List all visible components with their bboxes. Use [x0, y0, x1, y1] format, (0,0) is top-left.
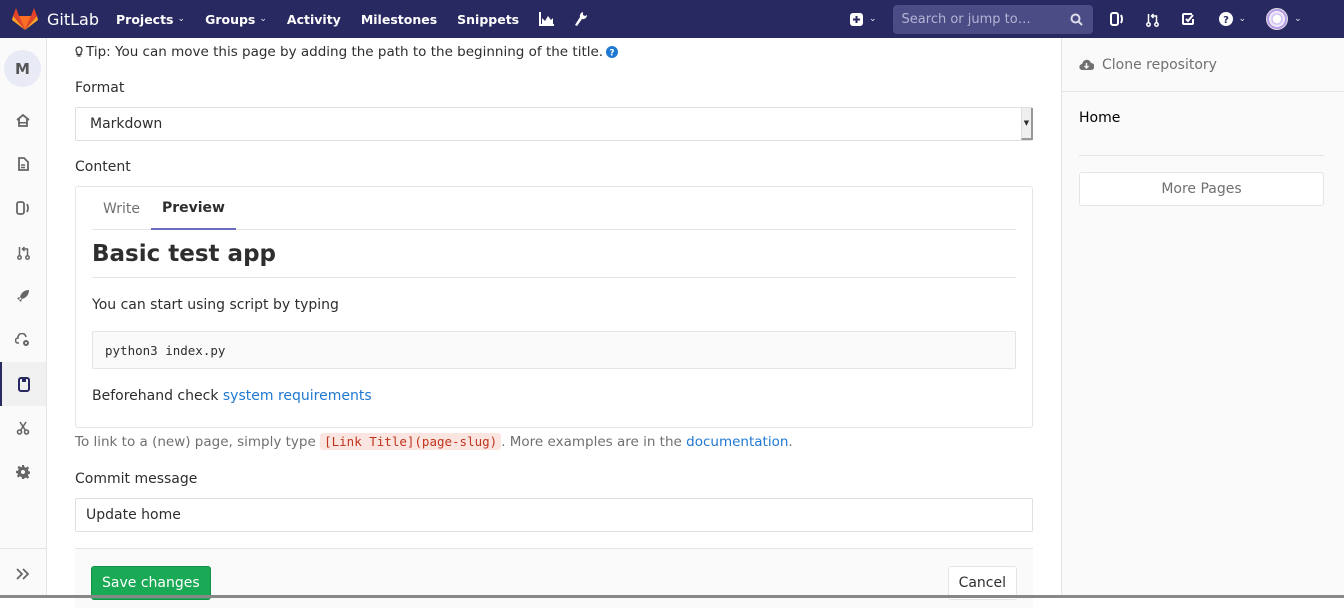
chevron-down-icon: ⌄	[869, 14, 877, 24]
chevron-down-icon: ⌄	[1294, 14, 1302, 24]
chevron-down-icon: ⌄	[177, 14, 186, 24]
rocket-icon	[17, 290, 29, 302]
merge-request-icon[interactable]	[1145, 12, 1159, 27]
book-icon	[18, 376, 30, 392]
help-icon: ?	[1218, 12, 1233, 26]
nav-milestones[interactable]: Milestones	[361, 12, 437, 27]
brand-name: GitLab	[47, 9, 99, 29]
file-icon	[18, 157, 29, 171]
cloud-download-icon	[1079, 59, 1094, 70]
form-actions: Save changes Cancel	[75, 548, 1033, 608]
user-menu[interactable]: ⌄	[1266, 8, 1302, 30]
caret-down-icon: ▼	[1021, 108, 1033, 140]
divider	[1079, 155, 1324, 156]
new-dropdown[interactable]: ⌄	[850, 12, 877, 26]
preview-paragraph: You can start using script by typing	[92, 297, 339, 313]
right-nav: ⌄ ? ⌄ ⌄	[850, 0, 1302, 38]
sidebar-item-issues[interactable]	[0, 186, 46, 230]
tip-text: Tip: You can move this page by adding th…	[75, 44, 619, 60]
lightbulb-icon	[75, 46, 83, 57]
wrench-icon[interactable]	[574, 11, 588, 27]
chart-icon[interactable]	[539, 12, 555, 26]
content-label: Content	[75, 159, 131, 175]
sidebar-item-ci-cd[interactable]	[0, 274, 46, 318]
nav-snippets[interactable]: Snippets	[457, 12, 519, 27]
nav-milestones-label: Milestones	[360, 11, 438, 27]
issues-icon	[16, 201, 29, 215]
project-avatar[interactable]: M	[4, 50, 41, 87]
documentation-link[interactable]: documentation	[686, 434, 788, 450]
system-requirements-link[interactable]: system requirements	[223, 388, 372, 404]
format-label: Format	[75, 80, 125, 96]
commit-message-label: Commit message	[75, 471, 198, 487]
format-select[interactable]: Markdown ▼	[75, 107, 1033, 141]
search-input[interactable]	[901, 11, 1052, 27]
svg-text:?: ?	[1223, 15, 1229, 26]
sidebar-item-operations[interactable]	[0, 318, 46, 362]
search-icon[interactable]	[1070, 13, 1083, 26]
cloud-gear-icon	[15, 333, 29, 346]
clone-repository-link[interactable]: Clone repository	[1062, 38, 1344, 92]
merge-request-icon	[16, 245, 30, 260]
nav-groups-label: Groups	[205, 11, 256, 27]
scissors-icon	[16, 421, 30, 435]
gitlab-tanuki-icon	[12, 8, 38, 30]
svg-text:?: ?	[609, 49, 614, 59]
collapse-sidebar-button[interactable]	[0, 548, 46, 598]
wiki-sidebar: Clone repository Home More Pages	[1061, 38, 1344, 598]
content-editor: Write Preview Basic test app You can sta…	[75, 186, 1033, 428]
help-middle: . More examples are in the	[501, 434, 687, 450]
home-icon	[16, 113, 30, 127]
tab-preview[interactable]: Preview	[150, 187, 236, 230]
todo-icon[interactable]	[1181, 12, 1195, 26]
issues-icon[interactable]	[1109, 12, 1124, 26]
nav-activity[interactable]: Activity	[287, 12, 341, 27]
plus-square-icon	[850, 12, 863, 26]
help-icon[interactable]: ?	[606, 46, 619, 59]
chevron-down-icon: ⌄	[1238, 14, 1247, 24]
preview-code-block: python3 index.py	[92, 331, 1016, 369]
sidebar-item-merge-requests[interactable]	[0, 230, 46, 274]
help-dropdown[interactable]: ? ⌄	[1218, 12, 1247, 26]
wiki-page-link-home[interactable]: Home	[1079, 110, 1120, 126]
preview-heading: Basic test app	[92, 241, 1016, 278]
tip-label: Tip: You can move this page by adding th…	[86, 44, 604, 60]
double-chevron-right-icon	[16, 567, 30, 580]
preview-before-link-text: Beforehand check	[92, 388, 223, 404]
format-select-value: Markdown	[90, 116, 163, 132]
main-nav: Projects ⌄ Groups ⌄ Activity Milestones Sn…	[116, 0, 608, 38]
commit-message-input[interactable]	[75, 498, 1033, 532]
clone-repository-label: Clone repository	[1102, 56, 1217, 73]
sidebar-item-project-overview[interactable]	[0, 98, 46, 142]
search-box[interactable]	[892, 4, 1093, 34]
nav-projects-label: Projects	[116, 11, 174, 27]
gear-icon	[16, 465, 30, 479]
user-avatar	[1266, 8, 1289, 30]
gitlab-logo[interactable]: GitLab	[12, 7, 116, 31]
nav-projects[interactable]: Projects ⌄	[116, 12, 185, 27]
top-navbar: GitLab Projects ⌄ Groups ⌄ Activity Milest…	[0, 0, 1344, 38]
sidebar-item-wiki[interactable]	[0, 362, 46, 406]
tab-write[interactable]: Write	[92, 187, 151, 230]
chevron-down-icon: ⌄	[259, 14, 267, 24]
link-help-text: To link to a (new) page, simply type [Li…	[75, 433, 793, 450]
sidebar-item-repository[interactable]	[0, 142, 46, 186]
help-suffix: .	[788, 434, 793, 450]
link-syntax-code: [Link Title](page-slug)	[320, 433, 502, 450]
more-pages-button[interactable]: More Pages	[1079, 172, 1324, 206]
nav-snippets-label: Snippets	[457, 11, 520, 27]
sidebar-item-snippets[interactable]	[0, 406, 46, 450]
preview-requirements-line: Beforehand check system requirements	[92, 388, 372, 404]
project-sidebar: M	[0, 38, 47, 598]
nav-activity-label: Activity	[286, 11, 341, 27]
editor-tabs: Write Preview	[92, 187, 1016, 230]
nav-groups[interactable]: Groups ⌄	[205, 12, 267, 27]
sidebar-item-settings[interactable]	[0, 450, 46, 494]
help-prefix: To link to a (new) page, simply type	[75, 434, 321, 450]
